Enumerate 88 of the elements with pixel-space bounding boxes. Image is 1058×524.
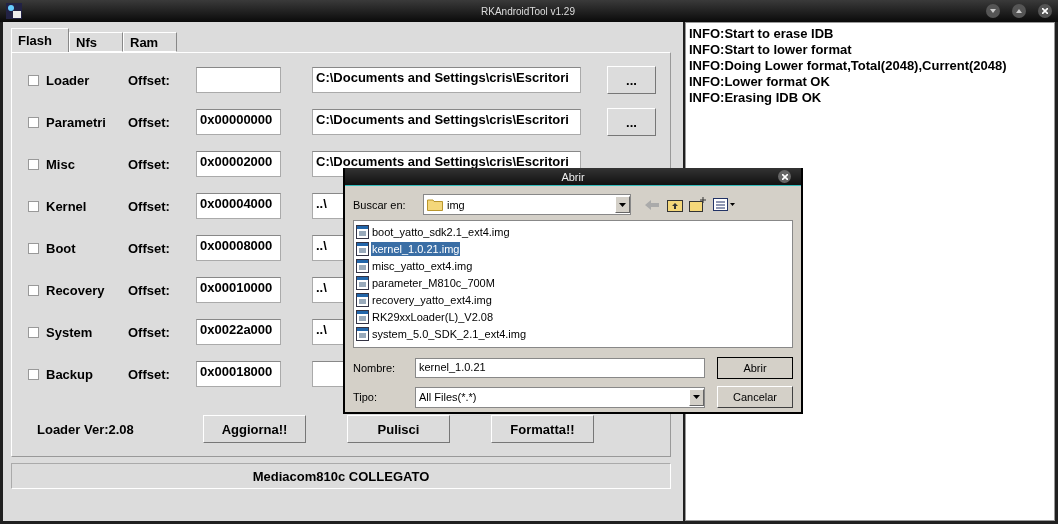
checkbox[interactable] <box>28 242 39 254</box>
open-button[interactable]: Abrir <box>717 357 793 379</box>
caret-up-icon <box>1016 9 1022 13</box>
file-item[interactable]: kernel_1.0.21.img <box>371 241 461 256</box>
file-icon <box>356 241 369 256</box>
maximize-button[interactable] <box>1012 4 1026 18</box>
caret-icon <box>619 202 626 207</box>
cancel-button[interactable]: Cancelar <box>717 386 793 408</box>
close-button[interactable] <box>778 170 791 183</box>
checkbox[interactable] <box>28 200 39 212</box>
offset-field[interactable]: 0x00008000 <box>196 235 281 261</box>
back-arrow-icon[interactable] <box>645 199 659 210</box>
close-button[interactable] <box>1038 4 1052 18</box>
offset-label: Offset: <box>128 324 171 340</box>
path-field[interactable]: C:\Documents and Settings\cris\Escritori <box>312 109 581 135</box>
offset-field[interactable]: 0x00018000 <box>196 361 281 387</box>
file-item[interactable]: system_5.0_SDK_2.1_ext4.img <box>371 326 528 341</box>
close-icon <box>781 173 788 180</box>
offset-field[interactable]: 0x00004000 <box>196 193 281 219</box>
view-menu-icon[interactable] <box>713 198 735 211</box>
log-line: INFO:Doing Lower format,Total(2048),Current(2048) <box>689 58 1008 74</box>
look-in-label: Buscar en: <box>353 198 407 211</box>
partition-name: Loader <box>46 72 91 88</box>
offset-label: Offset: <box>128 282 171 298</box>
type-dropdown[interactable]: All Files(*.*) <box>415 386 705 408</box>
offset-label: Offset: <box>128 240 171 256</box>
offset-label: Offset: <box>128 366 171 382</box>
file-item[interactable]: RK29xxLoader(L)_V2.08 <box>371 309 495 324</box>
partition-name: System <box>46 324 94 340</box>
loader-version: Loader Ver:2.08 <box>36 421 135 437</box>
offset-field[interactable] <box>196 67 281 93</box>
up-folder-icon[interactable] <box>667 197 683 212</box>
offset-label: Offset: <box>128 114 171 130</box>
checkbox[interactable] <box>28 74 39 86</box>
action-button[interactable]: Pulisci <box>347 415 450 443</box>
name-label: Nombre: <box>353 362 397 374</box>
tab[interactable]: Nfs <box>69 32 123 52</box>
caret-icon <box>693 395 700 399</box>
partition-name: Backup <box>46 366 94 382</box>
partition-name: Parametri <box>46 114 107 130</box>
log-line: INFO:Erasing IDB OK <box>689 90 823 106</box>
checkbox[interactable] <box>28 368 39 380</box>
partition-name: Boot <box>46 240 77 256</box>
type-label: Tipo: <box>353 391 379 403</box>
partition-name: Recovery <box>46 282 106 298</box>
file-icon <box>356 326 369 341</box>
tab[interactable]: Ram <box>123 32 177 52</box>
app-icon <box>6 3 22 19</box>
path-field[interactable]: C:\Documents and Settings\cris\Escritori <box>312 67 581 93</box>
file-item[interactable]: misc_yatto_ext4.img <box>371 258 474 273</box>
file-icon <box>356 292 369 307</box>
checkbox[interactable] <box>28 158 39 170</box>
partition-name: Misc <box>46 156 76 172</box>
browse-button[interactable]: ... <box>607 66 656 94</box>
log-line: INFO:Start to lower format <box>689 42 853 58</box>
file-icon <box>356 275 369 290</box>
offset-label: Offset: <box>128 198 171 214</box>
browse-button[interactable]: ... <box>607 108 656 136</box>
offset-field[interactable]: 0x00000000 <box>196 109 281 135</box>
partition-name: Kernel <box>46 198 88 214</box>
folder-icon <box>427 198 443 211</box>
checkbox[interactable] <box>28 116 39 128</box>
caret-down-icon <box>990 9 996 13</box>
checkbox[interactable] <box>28 326 39 338</box>
new-folder-icon[interactable] <box>689 197 707 212</box>
offset-field[interactable]: 0x0022a000 <box>196 319 281 345</box>
offset-label: Offset: <box>128 72 171 88</box>
close-icon <box>1042 8 1048 14</box>
file-item[interactable]: recovery_yatto_ext4.img <box>371 292 493 307</box>
tab[interactable]: Flash <box>11 28 69 52</box>
status-bar: Mediacom810c COLLEGATO <box>11 463 671 489</box>
offset-label: Offset: <box>128 156 171 172</box>
name-field[interactable]: kernel_1.0.21 <box>415 358 705 378</box>
log-line: INFO:Start to erase IDB <box>689 26 835 42</box>
log-line: INFO:Lower format OK <box>689 74 831 90</box>
offset-field[interactable]: 0x00002000 <box>196 151 281 177</box>
file-item[interactable]: parameter_M810c_700M <box>371 275 496 290</box>
file-icon <box>356 224 369 239</box>
action-button[interactable]: Aggiorna!! <box>203 415 306 443</box>
checkbox[interactable] <box>28 284 39 296</box>
minimize-button[interactable] <box>986 4 1000 18</box>
file-icon <box>356 258 369 273</box>
file-icon <box>356 309 369 324</box>
offset-field[interactable]: 0x00010000 <box>196 277 281 303</box>
action-button[interactable]: Formatta!! <box>491 415 594 443</box>
look-in-dropdown[interactable]: img <box>423 194 631 215</box>
file-item[interactable]: boot_yatto_sdk2.1_ext4.img <box>371 224 511 239</box>
window-title: RKAndroidTool v1.29 <box>480 5 576 17</box>
